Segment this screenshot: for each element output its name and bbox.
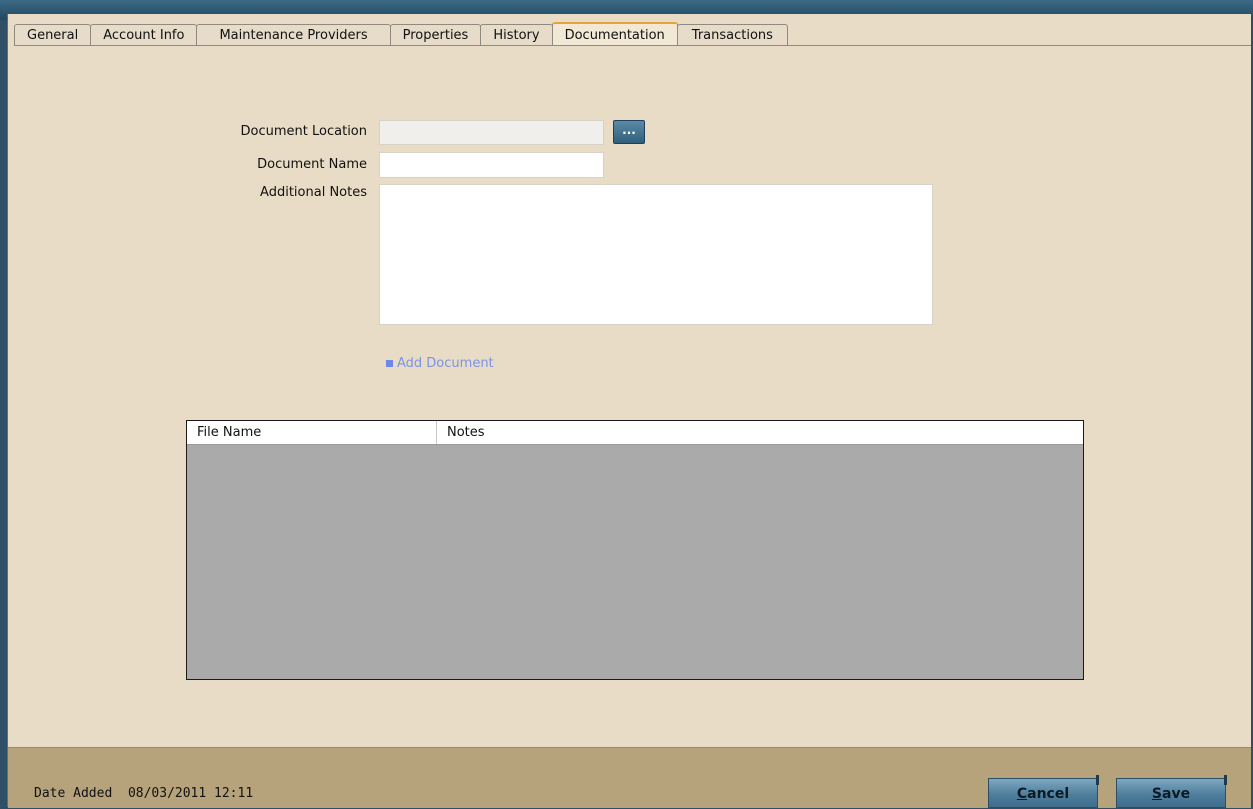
tab-history[interactable]: History: [480, 24, 553, 46]
document-name-label: Document Name: [257, 157, 367, 172]
document-location-field[interactable]: [379, 120, 604, 145]
tab-divider: [14, 45, 1251, 46]
tab-label: Properties: [402, 28, 469, 43]
tab-maintenance-providers[interactable]: Maintenance Providers: [196, 24, 391, 46]
tab-bar: General Account Info Maintenance Provide…: [14, 22, 788, 46]
tab-label: History: [493, 28, 540, 43]
tab-transactions[interactable]: Transactions: [676, 24, 788, 46]
grid-header: File Name Notes: [187, 421, 1083, 445]
browse-button[interactable]: ...: [613, 120, 645, 144]
cancel-button[interactable]: Cancel: [988, 775, 1099, 808]
save-label-rest: ave: [1162, 786, 1191, 802]
tab-label: General: [27, 28, 79, 43]
cancel-hotkey: C: [1016, 786, 1028, 802]
tab-documentation[interactable]: Documentation: [551, 22, 678, 46]
date-added-label: Date Added: [34, 786, 113, 801]
tab-account-info[interactable]: Account Info: [90, 24, 198, 46]
footer-bar: Date Added 08/03/2011 12:11 Cancel Save: [8, 747, 1251, 808]
tab-general[interactable]: General: [14, 24, 92, 46]
save-hotkey: S: [1151, 786, 1162, 802]
add-icon: [386, 360, 393, 367]
tab-properties[interactable]: Properties: [389, 24, 482, 46]
column-header-notes[interactable]: Notes: [437, 421, 1083, 444]
cancel-label-rest: ancel: [1027, 786, 1070, 802]
date-added: Date Added 08/03/2011 12:11: [34, 786, 253, 801]
tab-label: Maintenance Providers: [219, 28, 368, 43]
tab-label: Transactions: [691, 28, 773, 43]
tab-label: Documentation: [564, 27, 665, 43]
main-window: General Account Info Maintenance Provide…: [7, 14, 1251, 808]
additional-notes-textarea[interactable]: [379, 184, 933, 325]
documents-grid[interactable]: File Name Notes: [186, 420, 1084, 680]
column-header-file-name[interactable]: File Name: [187, 421, 437, 444]
additional-notes-label: Additional Notes: [260, 185, 367, 200]
tab-label: Account Info: [103, 28, 185, 43]
document-location-label: Document Location: [240, 124, 367, 139]
save-button[interactable]: Save: [1116, 775, 1227, 808]
add-document-link[interactable]: Add Document: [386, 356, 494, 371]
date-added-value: 08/03/2011 12:11: [127, 786, 254, 801]
document-name-field[interactable]: [379, 152, 604, 178]
add-document-label: Add Document: [397, 356, 494, 371]
